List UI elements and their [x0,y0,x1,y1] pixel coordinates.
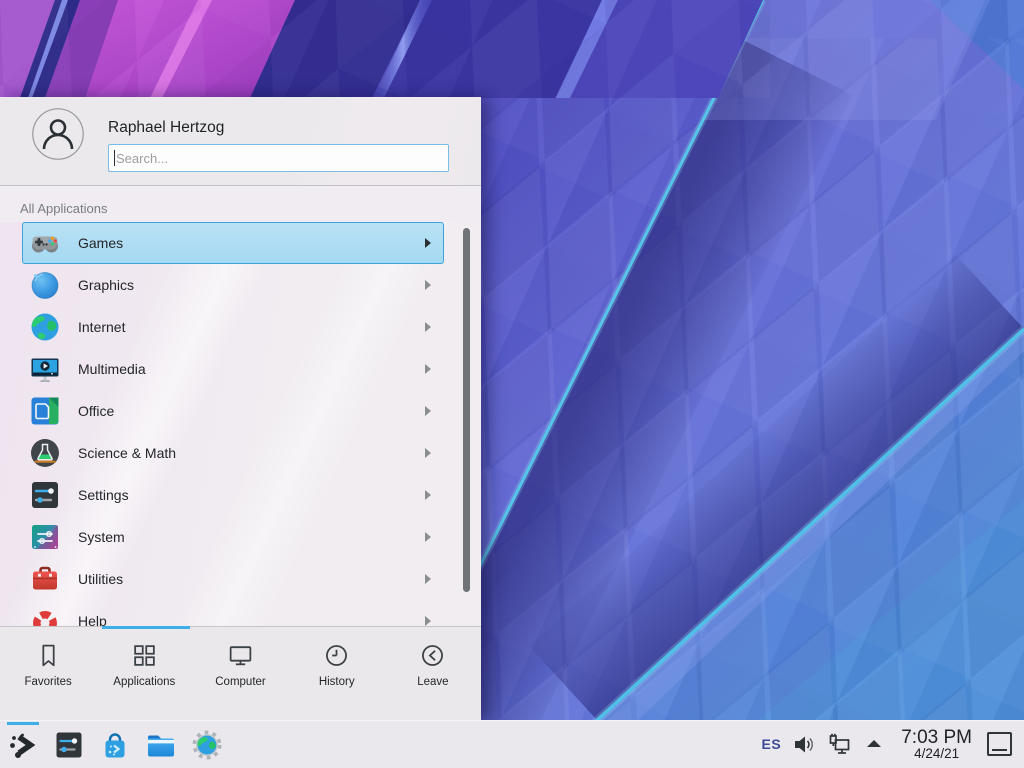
section-label: All Applications [20,201,107,216]
science-icon [29,437,61,469]
system-settings-launcher[interactable] [53,729,85,761]
tab-favorites[interactable]: Favorites [0,627,96,720]
history-clock-icon [323,642,350,669]
category-label: Utilities [78,571,123,587]
system-icon [29,521,61,553]
utilities-icon [29,563,61,595]
keyboard-layout-indicator[interactable]: ES [762,736,782,752]
leave-back-icon [419,642,446,669]
category-help[interactable]: Help [22,600,444,626]
expand-tray-icon[interactable] [862,732,886,756]
system-settings-icon [53,729,85,761]
show-desktop-button[interactable] [987,732,1012,756]
office-icon [29,395,61,427]
search-field-wrap [108,144,449,172]
active-launcher-indicator [7,722,39,725]
volume-icon[interactable] [792,732,816,756]
tab-computer[interactable]: Computer [192,627,288,720]
submenu-arrow-icon [425,490,431,500]
active-tab-indicator [102,626,190,629]
multimedia-icon [29,353,61,385]
help-icon [29,605,61,626]
text-caret [114,150,115,166]
internet-icon [29,311,61,343]
category-label: Office [78,403,114,419]
tab-label: Favorites [24,676,71,688]
user-avatar[interactable] [32,108,84,160]
category-label: Games [78,235,123,251]
settings-icon [29,479,61,511]
category-utilities[interactable]: Utilities [22,558,444,600]
application-launcher-panel: Raphael Hertzog All Applications [0,97,481,720]
category-label: Graphics [78,277,134,293]
submenu-arrow-icon [425,406,431,416]
network-icon[interactable] [827,732,851,756]
taskbar-panel: ES 7:03 PM [0,720,1024,768]
dolphin-folder-icon [145,729,177,761]
tab-label: Applications [113,676,175,688]
category-graphics[interactable]: Graphics [22,264,444,306]
submenu-arrow-icon [425,238,431,248]
category-games[interactable]: Games [22,222,444,264]
submenu-arrow-icon [425,532,431,542]
tab-label: Computer [215,676,266,688]
category-label: Multimedia [78,361,146,377]
launcher-header: Raphael Hertzog [0,97,481,186]
taskbar-launchers [0,729,223,761]
submenu-arrow-icon [425,574,431,584]
dolphin-launcher[interactable] [145,729,177,761]
tab-label: Leave [417,676,448,688]
clock-date: 4/24/21 [901,747,972,761]
konqueror-globe-icon [191,729,223,761]
user-name: Raphael Hertzog [108,119,224,137]
system-tray: ES 7:03 PM [762,728,1024,761]
category-label: Settings [78,487,129,503]
graphics-icon [29,269,61,301]
category-label: Help [78,613,107,626]
submenu-arrow-icon [425,364,431,374]
category-multimedia[interactable]: Multimedia [22,348,444,390]
category-office[interactable]: Office [22,390,444,432]
digital-clock[interactable]: 7:03 PM 4/24/21 [901,728,972,761]
tab-history[interactable]: History [289,627,385,720]
desktop: Raphael Hertzog All Applications [0,0,1024,768]
kickoff-launcher-icon [7,729,39,761]
computer-monitor-icon [227,642,254,669]
tab-applications[interactable]: Applications [96,627,192,720]
launcher-tab-bar: Favorites Applications [0,626,481,720]
submenu-arrow-icon [425,616,431,626]
games-icon [29,227,61,259]
clock-time: 7:03 PM [901,728,972,747]
konqueror-launcher[interactable] [191,729,223,761]
favorites-bookmark-icon [35,642,62,669]
category-label: Internet [78,319,125,335]
category-internet[interactable]: Internet [22,306,444,348]
tab-leave[interactable]: Leave [385,627,481,720]
category-settings[interactable]: Settings [22,474,444,516]
category-system[interactable]: System [22,516,444,558]
discover-launcher[interactable] [99,729,131,761]
category-list: Games Graphics [0,222,481,626]
list-scrollbar[interactable] [463,228,470,592]
tab-label: History [319,676,355,688]
search-input[interactable] [108,144,449,172]
submenu-arrow-icon [425,280,431,290]
category-label: System [78,529,125,545]
applications-grid-icon [131,642,158,669]
category-label: Science & Math [78,445,176,461]
discover-icon [99,729,131,761]
category-science[interactable]: Science & Math [22,432,444,474]
submenu-arrow-icon [425,448,431,458]
submenu-arrow-icon [425,322,431,332]
kickoff-launcher-button[interactable] [7,729,39,761]
